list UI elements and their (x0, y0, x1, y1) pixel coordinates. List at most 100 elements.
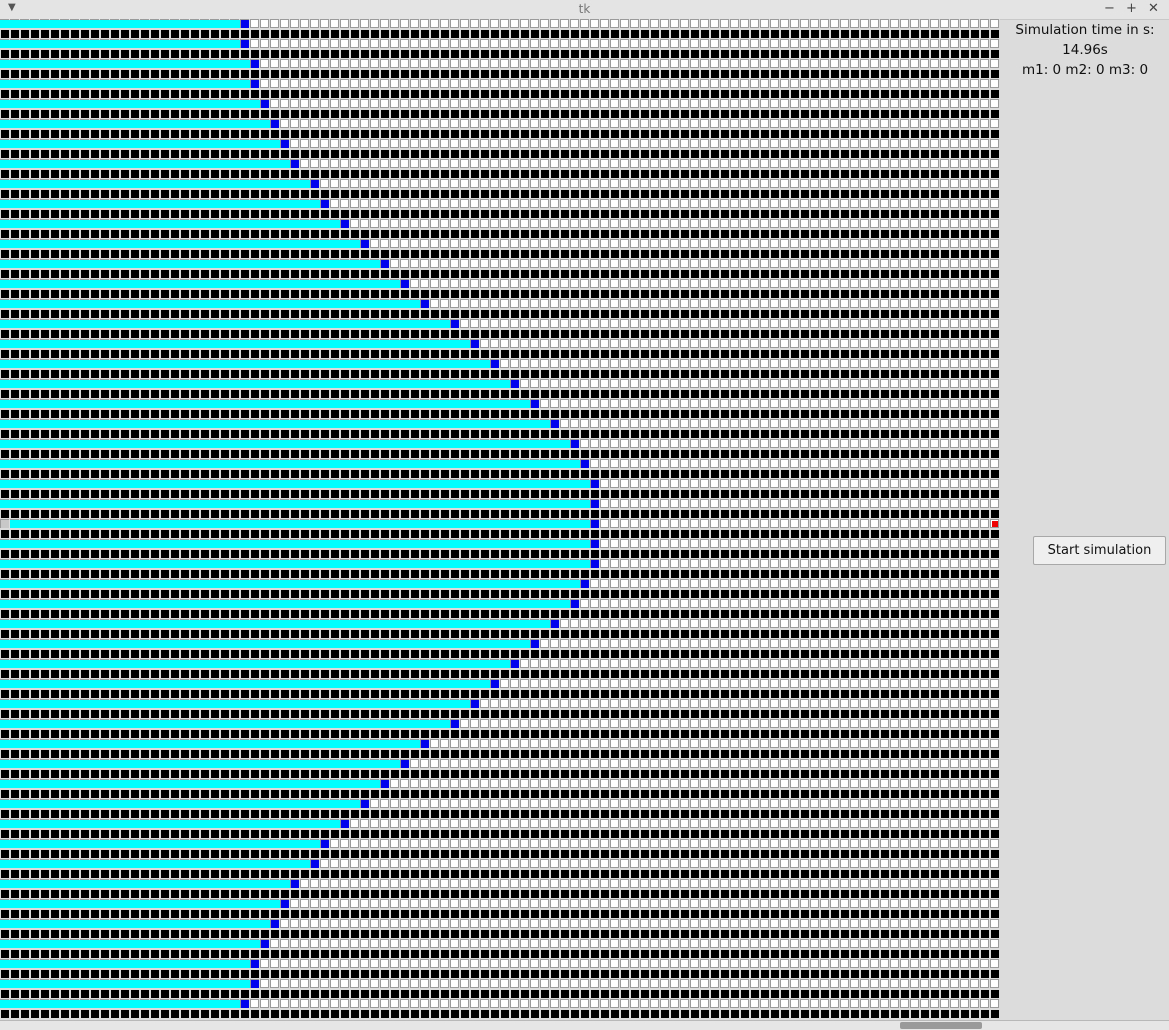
separator-row (0, 209, 1000, 219)
sim-time-value: 14.96s (1062, 42, 1108, 58)
separator-row (0, 569, 1000, 579)
lane-occupied-bar (0, 920, 270, 928)
lane-head-cell (291, 160, 299, 168)
separator-row (0, 489, 1000, 499)
lane-occupied-bar (0, 200, 320, 208)
lane-head-cell (361, 800, 369, 808)
separator-row (0, 969, 1000, 979)
lane-occupied-bar (0, 960, 250, 968)
lane-head-cell (251, 980, 259, 988)
separator-row (0, 989, 1000, 999)
lane-occupied-bar (0, 20, 240, 28)
sim-time-label: Simulation time in s: (1015, 22, 1155, 38)
lane-occupied-bar (0, 940, 260, 948)
lane-occupied-bar (0, 40, 240, 48)
lane-head-cell (591, 520, 599, 528)
lane-head-cell (551, 420, 559, 428)
lane-occupied-bar (0, 80, 250, 88)
lane-head-cell (591, 560, 599, 568)
separator-row (0, 609, 1000, 619)
separator-row (0, 89, 1000, 99)
close-icon[interactable]: ✕ (1148, 1, 1159, 17)
lane-head-cell (401, 280, 409, 288)
lane-occupied-bar (0, 460, 580, 468)
lane-occupied-bar (0, 900, 280, 908)
separator-row (0, 669, 1000, 679)
lane-head-cell (401, 760, 409, 768)
separator-row (0, 769, 1000, 779)
lane-occupied-bar (0, 980, 250, 988)
separator-row (0, 849, 1000, 859)
lane-occupied-bar (0, 660, 510, 668)
minimize-icon[interactable]: − (1104, 1, 1115, 17)
separator-row (0, 249, 1000, 259)
lane-occupied-bar (0, 780, 380, 788)
separator-row (0, 269, 1000, 279)
lane-head-cell (571, 600, 579, 608)
lane-head-cell (361, 240, 369, 248)
lane-head-cell (511, 660, 519, 668)
separator-row (0, 189, 1000, 199)
lane-occupied-bar (0, 860, 310, 868)
lane-occupied-bar (0, 280, 400, 288)
maximize-icon[interactable]: + (1126, 1, 1137, 17)
lane-occupied-bar (0, 640, 530, 648)
separator-row (0, 409, 1000, 419)
lane-occupied-bar (0, 420, 550, 428)
lane-head-cell (591, 500, 599, 508)
separator-row (0, 509, 1000, 519)
separator-row (0, 829, 1000, 839)
lane-occupied-bar (0, 480, 590, 488)
lane-head-cell (261, 940, 269, 948)
lane-occupied-bar (0, 740, 420, 748)
separator-row (0, 469, 1000, 479)
lane-occupied-bar (0, 440, 570, 448)
start-simulation-button[interactable]: Start simulation (1033, 536, 1166, 565)
lane-occupied-bar (0, 160, 290, 168)
lane-head-cell (591, 480, 599, 488)
lane-head-cell (551, 620, 559, 628)
lane-head-cell (421, 740, 429, 748)
window-title: tk (578, 2, 591, 16)
lane-head-cell (241, 40, 249, 48)
lane-head-cell (311, 860, 319, 868)
lane-head-cell (261, 100, 269, 108)
lane-occupied-bar (0, 140, 280, 148)
lane-occupied-bar (0, 400, 530, 408)
lane-occupied-bar (0, 880, 290, 888)
separator-row (0, 429, 1000, 439)
lane-head-cell (381, 780, 389, 788)
separator-row (0, 169, 1000, 179)
lane-head-cell (241, 1000, 249, 1008)
separator-row (0, 129, 1000, 139)
separator-row (0, 809, 1000, 819)
separator-row (0, 929, 1000, 939)
scrollbar-thumb[interactable] (900, 1022, 982, 1029)
separator-row (0, 109, 1000, 119)
separator-row (0, 749, 1000, 759)
separator-row (0, 369, 1000, 379)
lane-occupied-bar (0, 540, 590, 548)
separator-row (0, 649, 1000, 659)
lane-head-cell (581, 460, 589, 468)
lane-occupied-bar (0, 220, 340, 228)
separator-row (0, 869, 1000, 879)
separator-row (0, 29, 1000, 39)
lane-head-cell (251, 80, 259, 88)
lane-occupied-bar (0, 820, 340, 828)
lane-occupied-bar (0, 380, 510, 388)
lane-end-marker (992, 521, 998, 527)
separator-row (0, 629, 1000, 639)
lane-occupied-bar (0, 500, 590, 508)
separator-row (0, 589, 1000, 599)
lane-head-cell (451, 720, 459, 728)
lane-head-cell (421, 300, 429, 308)
lane-head-cell (591, 540, 599, 548)
lane-head-cell (241, 20, 249, 28)
lane-occupied-bar (0, 100, 260, 108)
lane-head-cell (271, 920, 279, 928)
separator-row (0, 789, 1000, 799)
lane-occupied-bar (0, 560, 590, 568)
lane-occupied-bar (0, 800, 360, 808)
lane-head-cell (321, 840, 329, 848)
